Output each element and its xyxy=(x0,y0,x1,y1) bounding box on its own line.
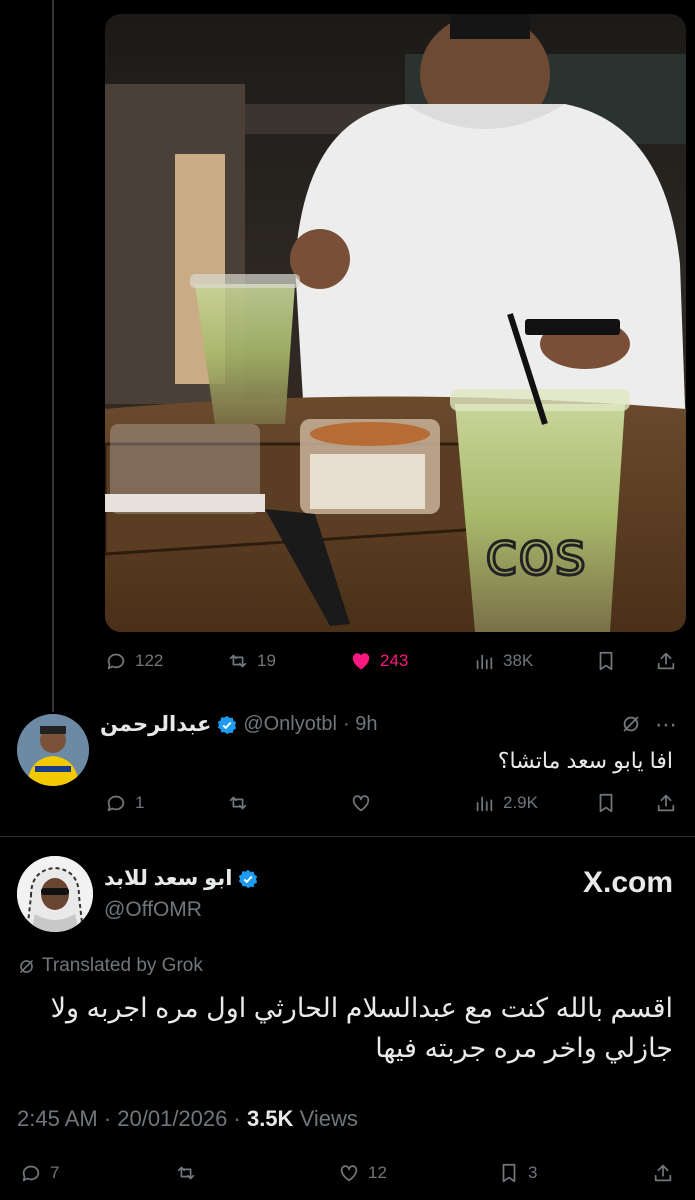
tweet-text: اقسم بالله كنت مع عبدالسلام الحارثي اول … xyxy=(50,993,673,1063)
reply-repost-button[interactable] xyxy=(227,792,249,814)
tweet-meta: 2:45 AM · 20/01/2026 · 3.5K Views xyxy=(17,1106,358,1132)
photo-illustration: cos xyxy=(105,14,686,632)
bookmark-button[interactable]: 3 xyxy=(498,1162,537,1184)
author-name[interactable]: ابو سعد للابد xyxy=(104,866,232,891)
reply-reply-button[interactable]: 1 xyxy=(105,792,144,814)
translated-label: Translated by Grok xyxy=(42,955,203,976)
reply-button[interactable]: 7 xyxy=(20,1162,59,1184)
x-watermark: X.com xyxy=(582,866,673,899)
bookmark-icon xyxy=(502,1163,516,1183)
share-icon xyxy=(657,794,675,812)
reply-icon xyxy=(107,653,125,670)
reply-avatar[interactable] xyxy=(17,714,89,786)
reply-count: 7 xyxy=(50,1163,60,1182)
reply-reply-count: 1 xyxy=(135,793,145,812)
tweet-actions: 7 12 3 xyxy=(20,1158,680,1188)
reply-icon xyxy=(107,795,125,812)
divider xyxy=(0,836,695,837)
repost-button[interactable] xyxy=(175,1162,197,1184)
repost-count: 19 xyxy=(257,651,276,670)
reply-views-count: 2.9K xyxy=(503,793,538,812)
share-icon xyxy=(657,652,675,670)
repost-icon xyxy=(229,654,247,668)
views-label: Views xyxy=(299,1106,358,1131)
repost-button[interactable]: 19 xyxy=(227,650,276,672)
avatar-image xyxy=(17,856,93,932)
verified-badge-icon xyxy=(239,869,258,888)
tweet-photo[interactable]: cos xyxy=(105,14,686,632)
reply-count: 122 xyxy=(135,651,164,670)
views-button[interactable]: 38K xyxy=(473,650,533,672)
repost-icon xyxy=(229,796,247,810)
bookmark-count: 3 xyxy=(528,1163,538,1182)
reply-views-button[interactable]: 2.9K xyxy=(473,792,538,814)
more-options-icon[interactable]: ⋯ xyxy=(655,712,678,738)
author-avatar[interactable] xyxy=(17,856,93,932)
svg-text:cos: cos xyxy=(485,519,586,589)
views-count: 38K xyxy=(503,651,534,670)
bookmark-button[interactable] xyxy=(595,650,617,672)
reply-button[interactable]: 122 xyxy=(105,650,163,672)
grok-icon[interactable] xyxy=(620,713,642,740)
views-count: 3.5K xyxy=(246,1106,294,1131)
like-count: 243 xyxy=(380,651,409,670)
heart-filled-icon xyxy=(352,653,370,670)
verified-badge-icon xyxy=(218,715,237,734)
reply-icon xyxy=(22,1165,40,1182)
reply-header: عبدالرحمن @Onlyotbl · 9h xyxy=(100,712,377,737)
like-count: 12 xyxy=(368,1163,387,1182)
reply-text: افا يابو سعد ماتشا؟ xyxy=(497,748,673,773)
avatar-image xyxy=(17,714,89,786)
reply-actions: 1 2.9K xyxy=(105,788,680,818)
like-button[interactable]: 12 xyxy=(338,1162,387,1184)
share-icon xyxy=(654,1164,672,1182)
translation-note[interactable]: Translated by Grok xyxy=(17,955,203,977)
share-button[interactable] xyxy=(655,650,677,672)
main-tweet-actions: 122 19 243 38K xyxy=(105,646,680,676)
reply-like-button[interactable] xyxy=(350,792,372,814)
views-icon xyxy=(476,654,493,670)
heart-icon xyxy=(352,795,370,812)
reply-time[interactable]: · 9h xyxy=(343,713,377,736)
share-button[interactable] xyxy=(652,1162,674,1184)
bookmark-icon xyxy=(599,651,613,671)
views-icon xyxy=(476,796,493,812)
author-header: ابو سعد للابد xyxy=(104,866,258,891)
repost-icon xyxy=(177,1166,195,1180)
reply-bookmark-button[interactable] xyxy=(595,792,617,814)
thread-line xyxy=(52,0,54,712)
like-button[interactable]: 243 xyxy=(350,650,408,672)
reply-author-handle[interactable]: @Onlyotbl xyxy=(243,713,337,736)
heart-icon xyxy=(340,1165,358,1182)
grok-icon xyxy=(20,959,33,973)
reply-share-button[interactable] xyxy=(655,792,677,814)
bookmark-icon xyxy=(599,793,613,813)
author-handle[interactable]: @OffOMR xyxy=(104,898,202,922)
tweet-timestamp[interactable]: 2:45 AM · 20/01/2026 · xyxy=(17,1106,241,1131)
reply-author-name[interactable]: عبدالرحمن xyxy=(100,712,211,737)
